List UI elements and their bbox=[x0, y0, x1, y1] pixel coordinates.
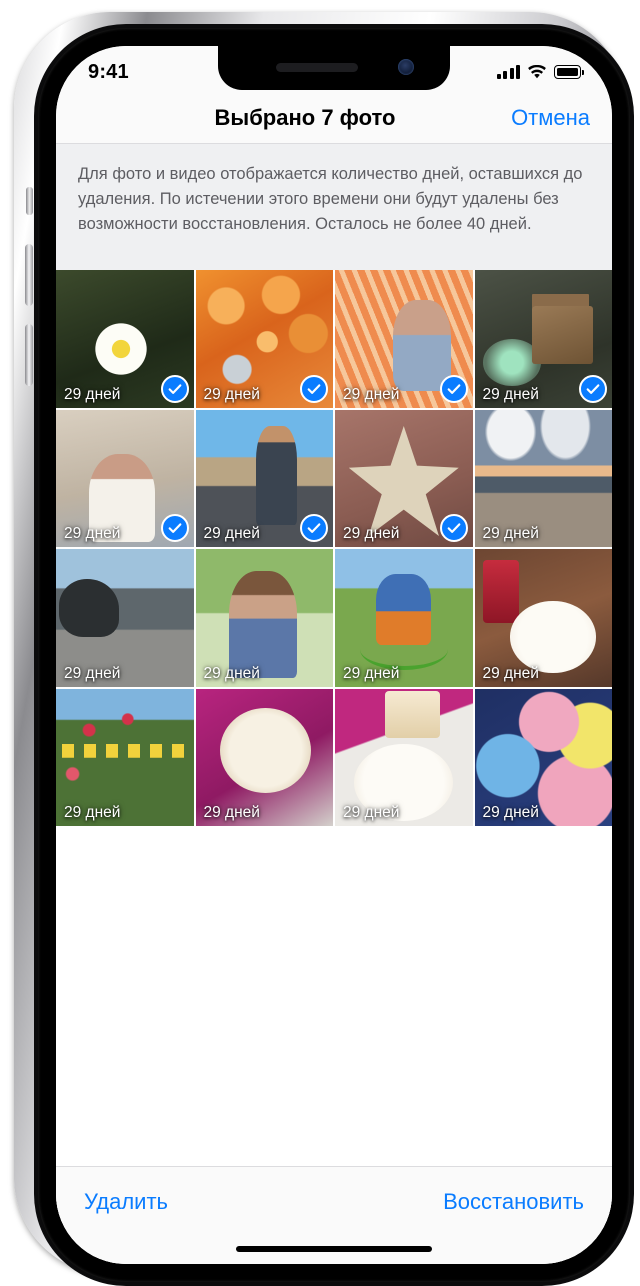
days-remaining-label: 29 дней bbox=[203, 664, 260, 682]
device-frame: 9:41 Выбрано 7 фото Отмена Для фото и ви… bbox=[14, 12, 634, 1286]
photo-cell[interactable]: 29 дней bbox=[335, 270, 473, 408]
photo-cell[interactable]: 29 дней bbox=[474, 688, 612, 826]
photo-grid: 29 дней 29 дней 29 дней 29 дней 29 дней 29 дн… bbox=[56, 270, 612, 826]
selected-checkmark-icon[interactable] bbox=[439, 374, 468, 403]
days-remaining-label: 29 дней bbox=[64, 525, 121, 542]
wifi-icon bbox=[528, 64, 546, 78]
photo-cell[interactable]: 29 дней bbox=[56, 549, 194, 687]
days-remaining-label: 29 дней bbox=[203, 525, 260, 542]
cellular-bars-icon bbox=[496, 65, 520, 79]
days-remaining-label: 29 дней bbox=[343, 525, 400, 542]
navigation-bar: Выбрано 7 фото Отмена bbox=[56, 92, 612, 144]
photo-cell[interactable]: 29 дней bbox=[474, 270, 612, 408]
front-camera-icon bbox=[398, 59, 414, 75]
photo-cell[interactable]: 29 дней bbox=[56, 409, 194, 547]
phone-screen: 9:41 Выбрано 7 фото Отмена Для фото и ви… bbox=[56, 46, 612, 1264]
days-remaining-label: 29 дней bbox=[343, 804, 400, 821]
photo-cell[interactable]: 29 дней bbox=[195, 270, 333, 408]
photo-cell[interactable]: 29 дней bbox=[195, 549, 333, 687]
battery-full-icon bbox=[554, 65, 584, 79]
selected-checkmark-icon[interactable] bbox=[300, 514, 328, 542]
days-remaining-label: 29 дней bbox=[343, 664, 400, 682]
days-remaining-label: 29 дней bbox=[64, 385, 121, 403]
selected-checkmark-icon[interactable] bbox=[579, 374, 607, 403]
photo-cell[interactable]: 29 дней bbox=[474, 549, 612, 687]
selected-checkmark-icon[interactable] bbox=[160, 514, 189, 542]
days-remaining-label: 29 дней bbox=[482, 804, 539, 821]
selected-checkmark-icon[interactable] bbox=[160, 374, 189, 403]
delete-button[interactable]: Удалить bbox=[84, 1189, 168, 1215]
days-remaining-label: 29 дней bbox=[482, 664, 539, 682]
photo-cell[interactable]: 29 дней bbox=[195, 409, 333, 547]
photo-cell[interactable]: 29 дней bbox=[335, 409, 473, 547]
selected-checkmark-icon[interactable] bbox=[439, 514, 468, 542]
recover-button[interactable]: Восстановить bbox=[443, 1189, 584, 1215]
volume-down-button[interactable] bbox=[25, 324, 33, 386]
description-panel: Для фото и видео отображается количество… bbox=[56, 144, 612, 270]
volume-up-button[interactable] bbox=[25, 244, 33, 306]
description-text: Для фото и видео отображается количество… bbox=[78, 165, 583, 233]
screenshot-stage: 9:41 Выбрано 7 фото Отмена Для фото и ви… bbox=[0, 0, 640, 1286]
notch bbox=[218, 46, 450, 90]
photo-cell[interactable]: 29 дней bbox=[56, 688, 194, 826]
photo-cell[interactable]: 29 дней bbox=[56, 270, 194, 408]
status-bar-indicators bbox=[496, 64, 584, 80]
photo-cell[interactable]: 29 дней bbox=[335, 688, 473, 826]
photo-cell[interactable]: 29 дней bbox=[474, 409, 612, 547]
days-remaining-label: 29 дней bbox=[203, 804, 260, 821]
photo-cell[interactable]: 29 дней bbox=[195, 688, 333, 826]
home-indicator[interactable] bbox=[236, 1246, 432, 1252]
days-remaining-label: 29 дней bbox=[343, 385, 400, 403]
days-remaining-label: 29 дней bbox=[482, 525, 539, 542]
mute-switch[interactable] bbox=[26, 187, 33, 215]
days-remaining-label: 29 дней bbox=[64, 664, 121, 682]
earpiece-speaker-icon bbox=[276, 63, 358, 72]
status-bar-time: 9:41 bbox=[88, 60, 129, 83]
selected-checkmark-icon[interactable] bbox=[300, 374, 328, 403]
photo-cell[interactable]: 29 дней bbox=[335, 549, 473, 687]
days-remaining-label: 29 дней bbox=[64, 804, 121, 821]
page-title: Выбрано 7 фото bbox=[214, 104, 396, 130]
days-remaining-label: 29 дней bbox=[203, 385, 260, 403]
days-remaining-label: 29 дней bbox=[482, 385, 539, 403]
